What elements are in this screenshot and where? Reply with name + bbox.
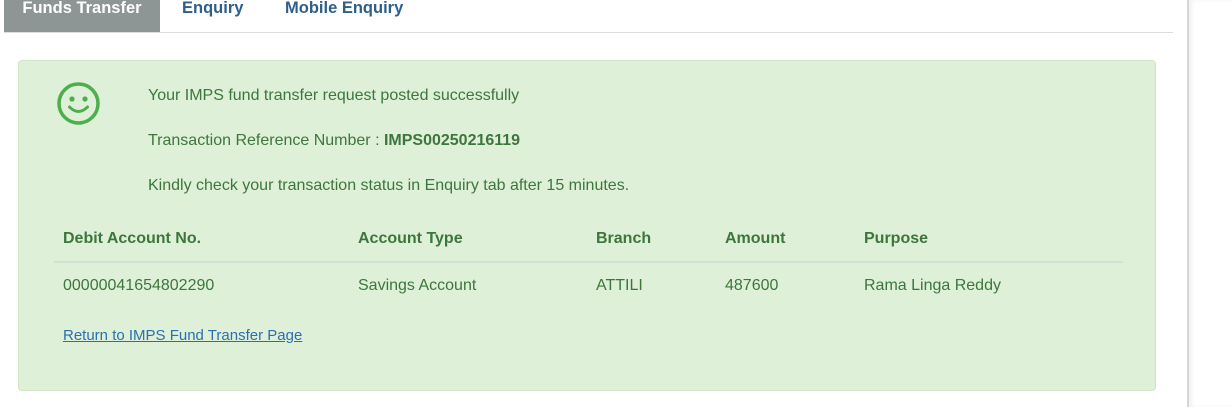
window-edge: [1187, 0, 1231, 407]
header-account-type: Account Type: [358, 230, 463, 247]
cell-account-type: Savings Account: [358, 277, 477, 294]
table-row: 00000041654802290 Savings Account ATTILI…: [54, 263, 1123, 308]
return-link[interactable]: Return to IMPS Fund Transfer Page: [63, 327, 302, 344]
cell-amount: 487600: [725, 277, 779, 294]
reference-line: Transaction Reference Number : IMPS00250…: [148, 132, 520, 150]
reference-label: Transaction Reference Number :: [148, 132, 384, 149]
cell-purpose: Rama Linga Reddy: [864, 277, 1001, 294]
success-message: Your IMPS fund transfer request posted s…: [148, 87, 520, 104]
header-branch: Branch: [596, 230, 652, 247]
reference-number: IMPS00250216119: [383, 132, 521, 149]
smiley-icon: [57, 82, 100, 125]
tab-mobile-enquiry[interactable]: Mobile Enquiry: [285, 0, 403, 32]
tab-bar: Funds Transfer Enquiry Mobile Enquiry: [4, 0, 1173, 33]
tab-enquiry[interactable]: Enquiry: [182, 0, 243, 32]
cell-branch: ATTILI: [596, 277, 643, 294]
tab-label: Funds Transfer: [22, 0, 142, 17]
header-debit-account: Debit Account No.: [63, 230, 202, 247]
tab-funds-transfer[interactable]: Funds Transfer: [4, 0, 160, 32]
success-panel: Your IMPS fund transfer request posted s…: [18, 60, 1156, 391]
status-note: Kindly check your transaction status in …: [148, 177, 630, 194]
page: Funds Transfer Enquiry Mobile Enquiry Yo…: [0, 0, 1231, 407]
table-header: Debit Account No. Account Type Branch Am…: [54, 216, 1123, 263]
tab-label: Mobile Enquiry: [285, 0, 404, 17]
header-purpose: Purpose: [864, 230, 929, 247]
tab-label: Enquiry: [182, 0, 244, 17]
cell-debit-account: 00000041654802290: [63, 277, 215, 294]
header-amount: Amount: [725, 230, 786, 247]
